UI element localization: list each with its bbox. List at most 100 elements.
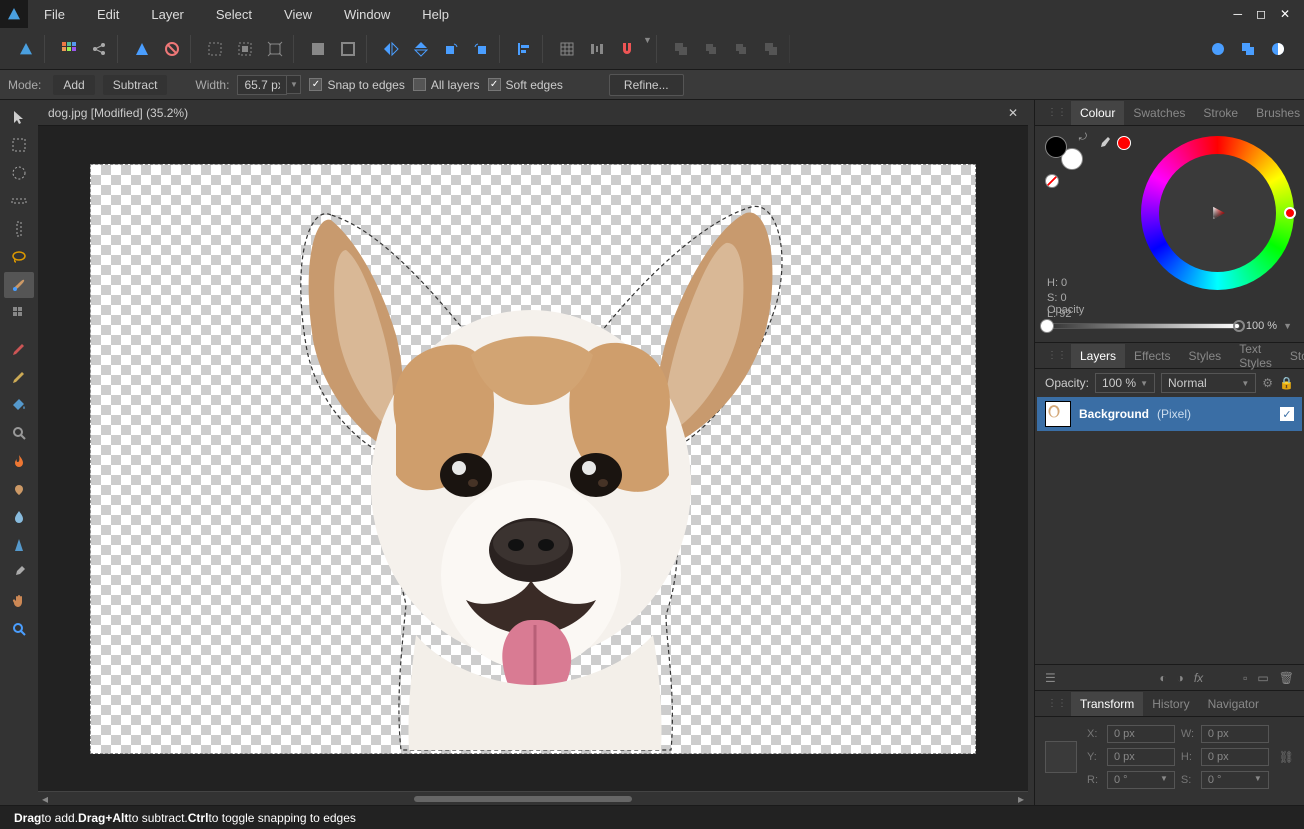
snap-magnet-icon[interactable] (613, 35, 641, 63)
snap-to-edges-checkbox[interactable]: ✓Snap to edges (309, 78, 404, 92)
share-icon[interactable] (85, 35, 113, 63)
menu-file[interactable]: File (28, 2, 81, 27)
tab-history[interactable]: History (1143, 692, 1198, 716)
panel-grip-icon[interactable]: ⋮⋮ (1043, 698, 1071, 709)
zoom-tool[interactable] (4, 420, 34, 446)
pan-tool[interactable] (4, 588, 34, 614)
distribute-icon[interactable] (583, 35, 611, 63)
close-tab-icon[interactable]: ✕ (1008, 106, 1018, 120)
move-tool[interactable] (4, 104, 34, 130)
duplicate-layer-icon[interactable] (1234, 35, 1262, 63)
transform-r-input[interactable]: 0 °▼ (1107, 771, 1175, 789)
menu-view[interactable]: View (268, 2, 328, 27)
grid-icon[interactable] (553, 35, 581, 63)
transform-w-input[interactable]: 0 px (1201, 725, 1269, 743)
none-color-icon[interactable] (1045, 174, 1059, 188)
mask-icon[interactable]: ◐ (1159, 671, 1166, 685)
layer-visibility-checkbox[interactable]: ✓ (1280, 407, 1294, 421)
tab-navigator[interactable]: Navigator (1199, 692, 1268, 716)
tab-styles[interactable]: Styles (1180, 344, 1231, 368)
menu-help[interactable]: Help (406, 2, 465, 27)
align-left-icon[interactable] (510, 35, 538, 63)
transform-s-input[interactable]: 0 °▼ (1201, 771, 1269, 789)
lasso-tool[interactable] (4, 244, 34, 270)
link-dimensions-icon[interactable]: ⛓ (1279, 750, 1294, 764)
color-picker-tool[interactable] (4, 560, 34, 586)
scroll-thumb[interactable] (414, 796, 632, 802)
tab-transform[interactable]: Transform (1071, 692, 1143, 716)
layer-thumbnail[interactable] (1045, 401, 1071, 427)
lock-icon[interactable]: 🔒 (1279, 376, 1294, 390)
tab-brushes[interactable]: Brushes (1247, 101, 1304, 125)
tab-colour[interactable]: Colour (1071, 101, 1124, 125)
fill-tool[interactable] (4, 364, 34, 390)
marquee-solid-icon[interactable] (231, 35, 259, 63)
minimize-button[interactable]: ─ (1233, 7, 1242, 21)
mode-subtract-button[interactable]: Subtract (103, 75, 168, 95)
tab-stock[interactable]: Stock (1281, 344, 1304, 368)
mode-add-button[interactable]: Add (53, 75, 94, 95)
menu-layer[interactable]: Layer (135, 2, 200, 27)
fx-icon[interactable]: fx (1194, 671, 1203, 685)
swap-colors-icon[interactable]: ⤾ (1079, 132, 1087, 143)
flip-horizontal-icon[interactable] (377, 35, 405, 63)
soft-edges-checkbox[interactable]: ✓Soft edges (488, 78, 563, 92)
burn-tool[interactable] (4, 448, 34, 474)
sharpen-tool[interactable] (4, 532, 34, 558)
color-wheel[interactable] (1141, 136, 1294, 290)
paint-brush-tool[interactable] (4, 336, 34, 362)
layer-row[interactable]: Background (Pixel) ✓ (1037, 397, 1302, 431)
menu-window[interactable]: Window (328, 2, 406, 27)
rotate-cw-icon[interactable] (467, 35, 495, 63)
add-layer-icon[interactable] (1204, 35, 1232, 63)
transform-box-icon[interactable] (261, 35, 289, 63)
refine-button[interactable]: Refine... (609, 74, 684, 96)
contrast-icon[interactable] (1264, 35, 1292, 63)
fg-bg-swatches[interactable]: ⤾ (1045, 136, 1083, 170)
sampled-color-dot[interactable] (1117, 136, 1131, 150)
swatch-grid-icon[interactable] (55, 35, 83, 63)
all-layers-checkbox[interactable]: All layers (413, 78, 480, 92)
canvas-viewport[interactable] (38, 126, 1028, 791)
square-outline-icon[interactable] (334, 35, 362, 63)
horizontal-scrollbar[interactable]: ◂ ▸ (38, 791, 1028, 805)
adjustment-icon[interactable]: ◑ (1177, 671, 1184, 685)
marquee-grid-icon[interactable] (201, 35, 229, 63)
delete-layer-icon[interactable]: 🗑 (1279, 671, 1294, 685)
panel-grip-icon[interactable]: ⋮⋮ (1043, 350, 1071, 361)
flip-vertical-icon[interactable] (407, 35, 435, 63)
new-layer-icon[interactable]: ▫ (1243, 671, 1247, 685)
maximize-button[interactable]: ◻ (1256, 7, 1266, 21)
gear-icon[interactable]: ⚙ (1262, 376, 1273, 390)
group-icon[interactable]: ▭ (1257, 671, 1268, 685)
square-icon[interactable] (304, 35, 332, 63)
row-marquee-tool[interactable] (4, 188, 34, 214)
selection-brush-tool[interactable] (4, 272, 34, 298)
width-dropdown[interactable]: ▼ (287, 75, 301, 94)
close-button[interactable]: ✕ (1280, 7, 1290, 21)
tab-swatches[interactable]: Swatches (1124, 101, 1194, 125)
persona-photo-button[interactable] (12, 35, 40, 63)
tab-stroke[interactable]: Stroke (1194, 101, 1247, 125)
color-triangle[interactable] (1210, 205, 1226, 221)
transform-anchor[interactable] (1045, 741, 1077, 773)
transform-y-input[interactable]: 0 px (1107, 748, 1175, 766)
flood-select-tool[interactable] (4, 300, 34, 326)
blend-mode-select[interactable]: Normal▼ (1161, 373, 1256, 393)
opacity-dropdown-icon[interactable]: ▼ (1283, 321, 1292, 331)
opacity-slider[interactable] (1047, 323, 1240, 329)
scroll-right-arrow[interactable]: ▸ (1018, 792, 1024, 806)
transform-h-input[interactable]: 0 px (1201, 748, 1269, 766)
column-marquee-tool[interactable] (4, 216, 34, 242)
transform-x-input[interactable]: 0 px (1107, 725, 1175, 743)
menu-edit[interactable]: Edit (81, 2, 135, 27)
hue-handle[interactable] (1284, 207, 1296, 219)
smudge-tool[interactable] (4, 476, 34, 502)
eyedropper-icon[interactable] (1097, 136, 1113, 152)
width-input[interactable] (237, 75, 287, 95)
bucket-tool[interactable] (4, 392, 34, 418)
view-tool[interactable] (4, 616, 34, 642)
document-canvas[interactable] (90, 164, 976, 754)
rotate-ccw-icon[interactable] (437, 35, 465, 63)
tab-effects[interactable]: Effects (1125, 344, 1179, 368)
